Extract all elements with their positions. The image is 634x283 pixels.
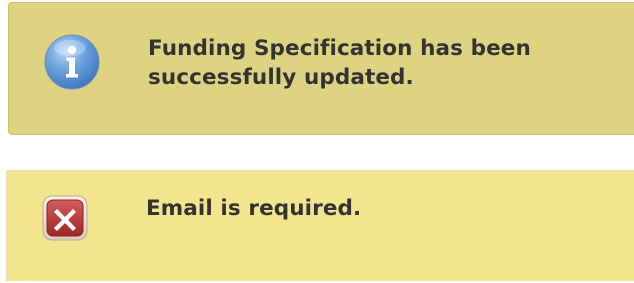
info-icon [43,33,101,91]
info-message-box: Funding Specification has been successfu… [8,2,634,135]
info-message-text: Funding Specification has been successfu… [148,36,531,90]
page: Funding Specification has been successfu… [0,0,634,283]
error-message-text: Email is required. [146,196,362,221]
error-message-box: Email is required. [6,170,634,281]
error-close-icon [42,195,88,241]
